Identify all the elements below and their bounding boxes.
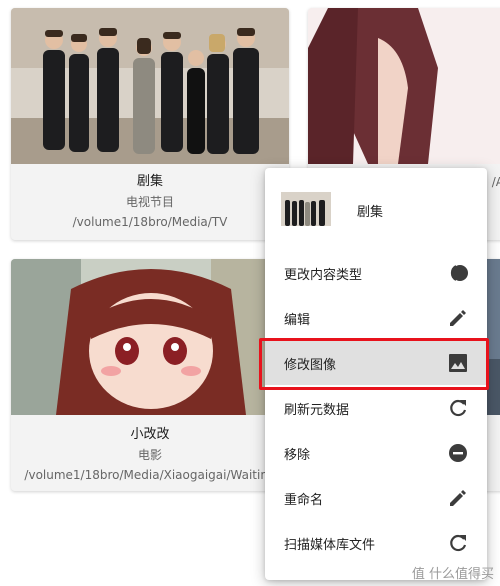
menu-item-label: 刷新元数据 — [284, 403, 350, 418]
toggle-icon — [447, 262, 469, 284]
media-card-tv[interactable]: 剧集 电视节目 /volume1/18bro/Media/TV — [11, 8, 289, 240]
header-thumbnail — [281, 192, 331, 226]
tv-card-meta: 剧集 电视节目 /volume1/18bro/Media/TV — [11, 172, 289, 232]
refresh-icon — [447, 532, 469, 554]
anime-thumbnail[interactable] — [308, 8, 500, 164]
menu-item-label: 编辑 — [284, 313, 311, 328]
refresh-icon — [447, 397, 469, 419]
menu-item-scan-library[interactable]: 扫描媒体库文件 — [265, 520, 487, 565]
annotation-highlight-box — [259, 338, 489, 390]
card-subtitle: 电视节目 — [125, 195, 174, 209]
menu-item-rename[interactable]: 重命名 — [265, 475, 487, 520]
menu-item-label: 重命名 — [284, 493, 324, 508]
movie-poster-image — [11, 259, 289, 415]
tv-poster-image — [11, 8, 289, 164]
menu-item-refresh-metadata[interactable]: 刷新元数据 — [265, 385, 487, 430]
anime-poster-image — [308, 8, 500, 164]
watermark: 值 什么值得买 — [411, 567, 494, 582]
menu-item-remove[interactable]: 移除 — [265, 430, 487, 475]
header-thumbnail-image — [281, 192, 331, 226]
card-path: /volume1/18bro/Media/Xiaogaigai/Waiting — [24, 468, 276, 482]
header-title: 剧集 — [357, 205, 384, 220]
card-title: 剧集 — [136, 174, 163, 189]
movie-card-meta: 小改改 电影 /volume1/18bro/Media/Xiaogaigai/W… — [11, 425, 289, 485]
context-menu-header: 剧集 — [265, 182, 487, 242]
menu-item-edit[interactable]: 编辑 — [265, 295, 487, 340]
menu-item-label: 更改内容类型 — [284, 268, 363, 283]
tv-thumbnail[interactable] — [11, 8, 289, 164]
card-path: /volume1/18bro/Media/TV — [72, 215, 228, 229]
card-subtitle: 电影 — [137, 448, 162, 462]
pencil-icon — [447, 307, 469, 329]
media-card-movie[interactable]: 小改改 电影 /volume1/18bro/Media/Xiaogaigai/W… — [11, 259, 289, 491]
remove-circle-icon — [447, 442, 469, 464]
card-title: 小改改 — [130, 427, 170, 442]
menu-item-label: 移除 — [284, 448, 311, 463]
pencil-icon — [447, 487, 469, 509]
menu-item-label: 扫描媒体库文件 — [284, 538, 376, 553]
menu-item-change-content-type[interactable]: 更改内容类型 — [265, 250, 487, 295]
movie-thumbnail[interactable] — [11, 259, 289, 415]
